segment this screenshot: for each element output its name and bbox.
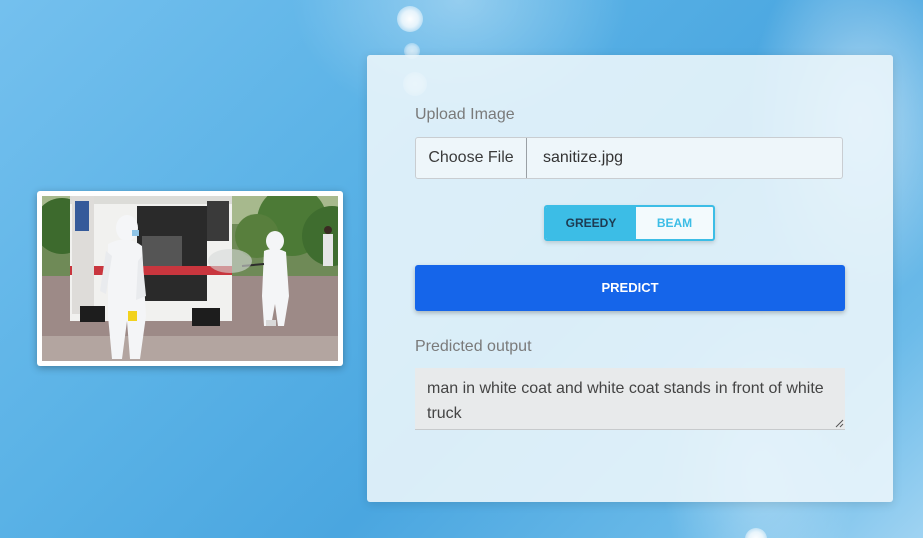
predict-button[interactable]: PREDICT — [415, 265, 845, 311]
upload-image-label: Upload Image — [415, 106, 515, 123]
bokeh-light — [745, 528, 767, 538]
resize-grip-icon[interactable] — [835, 419, 844, 428]
predicted-output-textarea[interactable]: man in white coat and white coat stands … — [415, 368, 845, 430]
predicted-output-label: Predicted output — [415, 338, 532, 355]
choose-file-button[interactable]: Choose File — [416, 138, 527, 178]
beam-option[interactable]: BEAM — [636, 207, 713, 239]
image-file-input[interactable]: Choose File sanitize.jpg — [415, 137, 843, 179]
uploaded-image-card — [37, 191, 343, 366]
caption-form-panel: Upload Image Choose File sanitize.jpg GR… — [367, 55, 893, 502]
decoding-method-toggle: GREEDY BEAM — [544, 205, 715, 241]
uploaded-image-preview — [42, 196, 338, 361]
bokeh-light — [397, 6, 423, 32]
predicted-output-text: man in white coat and white coat stands … — [427, 380, 824, 422]
greedy-option[interactable]: GREEDY — [546, 207, 636, 239]
selected-file-name: sanitize.jpg — [543, 149, 624, 166]
